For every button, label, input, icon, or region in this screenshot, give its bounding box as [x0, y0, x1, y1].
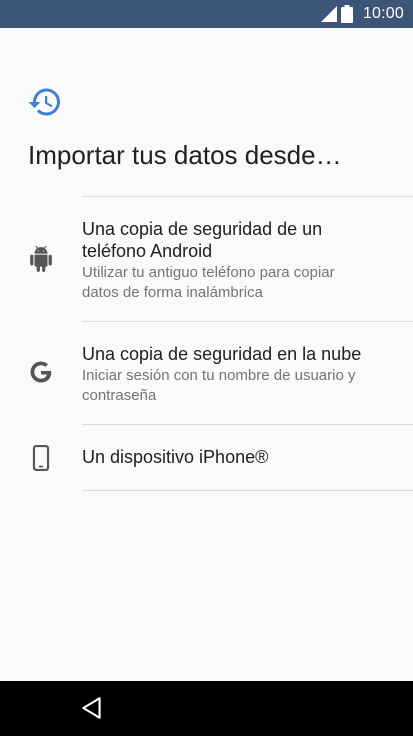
battery-icon — [340, 5, 353, 23]
option-subtitle: contraseña — [82, 387, 157, 404]
signal-icon — [320, 6, 337, 22]
status-time: 10:00 — [362, 5, 404, 22]
option-title: Un dispositivo iPhone® — [82, 447, 269, 467]
android-icon — [27, 245, 55, 273]
google-g-icon — [27, 358, 55, 386]
smartphone-icon — [27, 444, 55, 472]
back-icon[interactable] — [79, 695, 105, 721]
import-options-list: Una copia de seguridad de un teléfono An… — [0, 196, 413, 491]
option-title: teléfono Android — [82, 241, 213, 261]
option-android-backup[interactable]: Una copia de seguridad de un teléfono An… — [0, 197, 413, 321]
option-title: Una copia de seguridad en la nube — [82, 344, 362, 364]
option-cloud-backup[interactable]: Una copia de seguridad en la nube Inicia… — [0, 322, 413, 424]
restore-history-icon — [28, 88, 60, 116]
divider — [82, 490, 413, 491]
status-bar: 10:00 — [0, 0, 413, 28]
option-title: Una copia de seguridad de un — [82, 219, 323, 239]
navigation-bar — [0, 681, 413, 736]
option-subtitle: datos de forma inalámbrica — [82, 284, 263, 301]
option-iphone-device[interactable]: Un dispositivo iPhone® — [0, 425, 413, 490]
page-title: Importar tus datos desde… — [28, 140, 342, 170]
option-subtitle: Iniciar sesión con tu nombre de usuario … — [82, 367, 356, 384]
option-subtitle: Utilizar tu antiguo teléfono para copiar — [82, 264, 335, 281]
